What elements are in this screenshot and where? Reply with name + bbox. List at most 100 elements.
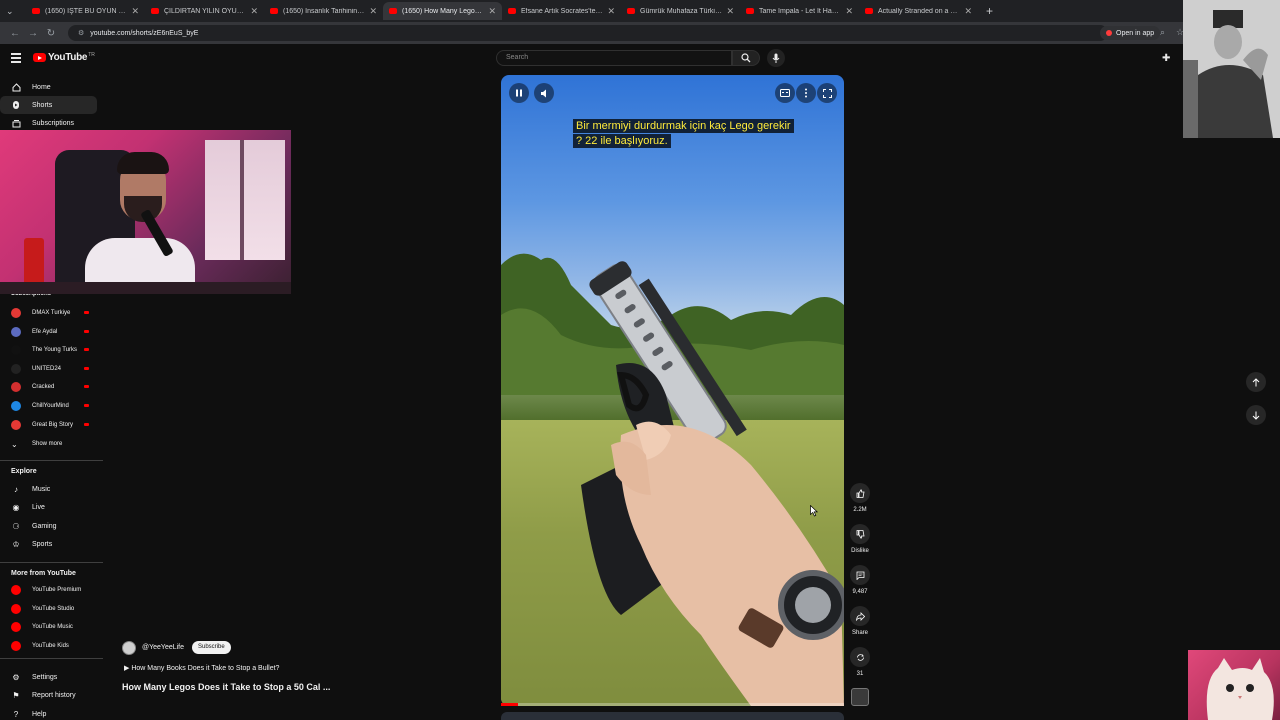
dislike-button[interactable]: Dislike xyxy=(849,524,871,554)
like-button[interactable]: 2.2M xyxy=(849,483,871,513)
sidebar-subscription-item[interactable]: Great Big Story xyxy=(0,416,97,434)
address-bar[interactable]: ⚙ youtube.com/shorts/zE6nEuS_byE xyxy=(68,25,1108,41)
fullscreen-button[interactable] xyxy=(817,83,837,103)
subscribe-button[interactable]: Subscribe xyxy=(192,641,231,654)
next-short-button[interactable] xyxy=(1246,405,1266,425)
site-info-icon[interactable]: ⚙ xyxy=(78,29,84,37)
dislike-label: Dislike xyxy=(851,548,869,554)
explore-heading: Explore xyxy=(11,468,37,475)
sidebar-subscription-item[interactable]: ChillYourMind xyxy=(0,397,97,415)
close-tab-icon[interactable]: ✕ xyxy=(250,6,258,17)
sidebar-item-youtube-app[interactable]: YouTube Music xyxy=(0,618,97,636)
close-tab-icon[interactable]: ✕ xyxy=(726,6,734,17)
previous-short-button[interactable] xyxy=(1246,372,1266,392)
url-text: youtube.com/shorts/zE6nEuS_byE xyxy=(90,29,199,37)
reload-icon[interactable]: ↻ xyxy=(42,28,60,39)
youtube-favicon-icon xyxy=(389,8,397,14)
sidebar-item-label: YouTube Studio xyxy=(32,605,75,612)
browser-tab[interactable]: Gümrük Muhafaza Türkiye 24…✕ xyxy=(621,2,740,20)
comments-button[interactable]: 9,487 xyxy=(849,565,871,595)
sidebar-item-youtube-app[interactable]: YouTube Kids xyxy=(0,637,97,655)
sidebar-item-label: Help xyxy=(32,710,47,718)
youtube-logo[interactable]: YouTube TR xyxy=(33,52,95,63)
sidebar-item-label: Shorts xyxy=(32,101,53,109)
live-indicator-icon xyxy=(84,348,89,352)
sidebar-subscription-item[interactable]: Efe Aydal xyxy=(0,323,97,341)
menu-icon[interactable] xyxy=(11,53,21,65)
show-more-button[interactable]: ⌄ Show more xyxy=(0,435,97,453)
close-tab-icon[interactable]: ✕ xyxy=(845,6,853,17)
mute-button[interactable] xyxy=(534,83,554,103)
browser-tab[interactable]: (1650) İŞTE BU OYUN OYNANI… ✕ xyxy=(26,2,145,20)
sidebar-subscription-item[interactable]: UNITED24 xyxy=(0,360,97,378)
browser-tab[interactable]: (1650) İnsanlık Tarihinin En Teh… ✕ xyxy=(264,2,383,20)
channel-avatar xyxy=(11,401,21,411)
sidebar-item-explore[interactable]: ♔ Sports xyxy=(0,536,97,554)
youtube-play-icon xyxy=(33,53,46,62)
remix-button[interactable]: 31 xyxy=(849,647,871,677)
browser-tab[interactable]: (1650) How Many Legos D… ✕ xyxy=(383,2,502,20)
captions-button[interactable] xyxy=(775,83,795,103)
mouse-cursor-icon xyxy=(810,505,818,517)
video-title[interactable]: How Many Legos Does it Take to Stop a 50… xyxy=(122,682,330,692)
related-video-link[interactable]: ▶ How Many Books Does it Take to Stop a … xyxy=(124,664,279,672)
live-indicator-icon xyxy=(84,366,89,370)
create-icon[interactable]: ✚ xyxy=(1162,53,1170,64)
trophy-icon: ♔ xyxy=(12,540,20,550)
forward-icon[interactable]: → xyxy=(24,28,42,39)
sidebar-item-explore[interactable]: ♪ Music xyxy=(0,480,97,498)
sidebar-subscription-item[interactable]: The Young Turks xyxy=(0,341,97,359)
channel-handle[interactable]: @YeeYeeLife xyxy=(142,644,184,651)
voice-search-button[interactable] xyxy=(767,49,785,67)
back-icon[interactable]: ← xyxy=(6,28,24,39)
search-input[interactable]: Search xyxy=(496,50,732,66)
tab-title: Efsane Artık Socrates'te, Ada Fe… xyxy=(521,7,604,15)
channel-avatar[interactable] xyxy=(122,641,136,655)
youtube-favicon-icon xyxy=(865,8,873,14)
sidebar-item-home[interactable]: Home xyxy=(0,78,97,96)
share-button[interactable]: Share xyxy=(849,606,871,636)
browser-tab[interactable]: Actually Stranded on a Desert… ✕ xyxy=(859,2,978,20)
open-in-app-button[interactable]: Open in app xyxy=(1100,26,1161,40)
thumbs-up-icon xyxy=(850,483,870,503)
youtube-favicon-icon xyxy=(508,8,516,14)
close-tab-icon[interactable]: ✕ xyxy=(488,6,496,17)
pause-button[interactable] xyxy=(509,83,529,103)
sidebar-item-youtube-app[interactable]: YouTube Premium xyxy=(0,581,97,599)
sidebar-item-explore[interactable]: ◉ Live xyxy=(0,499,97,517)
zoom-icon[interactable]: ⌕ xyxy=(1160,27,1165,38)
sidebar-item-shorts[interactable]: Shorts xyxy=(0,96,97,114)
next-short-preview[interactable] xyxy=(501,712,844,720)
sidebar-item-youtube-app[interactable]: YouTube Studio xyxy=(0,600,97,618)
close-tab-icon[interactable]: ✕ xyxy=(131,6,139,17)
youtube-favicon-icon xyxy=(270,8,278,14)
captions-icon xyxy=(780,89,790,97)
tab-search-icon[interactable]: ⌄ xyxy=(6,6,20,17)
tab-title: (1650) İnsanlık Tarihinin En Teh… xyxy=(283,7,365,15)
channel-avatar xyxy=(11,363,21,374)
sidebar-item-explore[interactable]: ⚆ Gaming xyxy=(0,517,97,535)
new-tab-button[interactable]: + xyxy=(986,4,993,18)
youtube-app-icon xyxy=(11,640,21,651)
sidebar-item-label: YouTube Kids xyxy=(32,642,69,649)
sidebar-item-label: YouTube Premium xyxy=(32,587,82,593)
browser-tab[interactable]: Tame Impala - Let It Happen (O… ✕ xyxy=(740,2,859,20)
video-progress-bar[interactable] xyxy=(501,703,844,706)
sidebar-item-footer[interactable]: ⚑ Report history xyxy=(0,687,97,705)
close-tab-icon[interactable]: ✕ xyxy=(607,6,615,17)
browser-tab-strip: ⌄ (1650) İŞTE BU OYUN OYNANI…✕ÇILDIRTAN … xyxy=(0,0,1280,22)
close-tab-icon[interactable]: ✕ xyxy=(369,6,377,17)
close-tab-icon[interactable]: ✕ xyxy=(964,6,972,17)
browser-tab[interactable]: ÇILDIRTAN YILIN OYUNU ADAY…✕ xyxy=(145,2,264,20)
more-options-button[interactable] xyxy=(796,83,816,103)
browser-tab[interactable]: Efsane Artık Socrates'te, Ada Fe…✕ xyxy=(502,2,621,20)
sidebar-item-footer[interactable]: ? Help xyxy=(0,705,97,720)
search-button[interactable] xyxy=(732,50,760,66)
sound-source-thumbnail[interactable] xyxy=(851,688,869,706)
sidebar-subscription-item[interactable]: Cracked xyxy=(0,378,97,396)
sidebar-subscription-item[interactable]: DMAX Turkiye xyxy=(0,304,97,322)
sidebar-item-footer[interactable]: ⚙ Settings xyxy=(0,668,97,686)
more-vertical-icon xyxy=(805,88,807,98)
sidebar-item-label: Report history xyxy=(32,692,76,700)
tab-title: (1650) How Many Legos D… xyxy=(402,7,485,15)
